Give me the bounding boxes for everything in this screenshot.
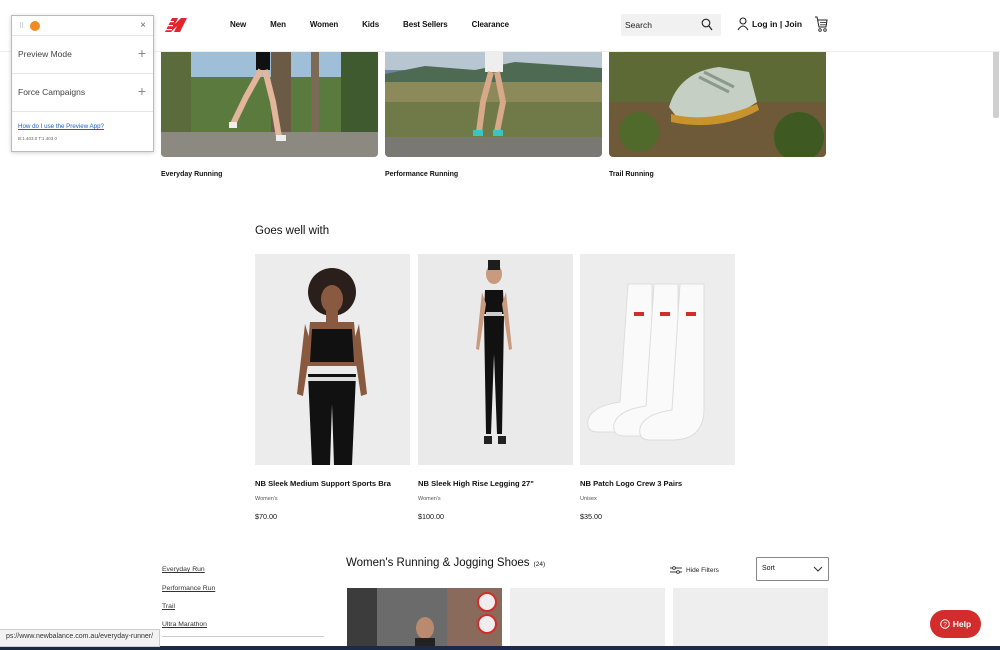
help-question-icon: ?: [939, 619, 950, 629]
listing-title: Women's Running & Jogging Shoes (24): [346, 557, 545, 569]
sidebar-divider: [162, 636, 324, 637]
sort-label: Sort: [762, 565, 775, 572]
filter-link-ultra-marathon[interactable]: Ultra Marathon: [162, 621, 207, 628]
main-nav: New Men Women Kids Best Sellers Clearanc…: [230, 20, 533, 29]
filter-link-everyday-run[interactable]: Everyday Run: [162, 566, 205, 573]
preview-app-logo-icon: [30, 21, 40, 31]
legging-model-image: [418, 254, 573, 465]
nav-best-sellers[interactable]: Best Sellers: [403, 20, 448, 29]
product-image-socks[interactable]: [580, 254, 735, 465]
close-icon[interactable]: ×: [140, 20, 146, 31]
chevron-down-icon: [813, 566, 823, 572]
force-campaigns-label: Force Campaigns: [18, 87, 86, 97]
plus-icon[interactable]: +: [138, 45, 146, 61]
new-balance-logo-icon[interactable]: [163, 15, 189, 35]
listing-title-text: Women's Running & Jogging Shoes: [346, 557, 530, 569]
hide-filters-label: Hide Filters: [686, 566, 719, 574]
search-input[interactable]: [621, 14, 701, 36]
preview-mode-row[interactable]: Preview Mode +: [12, 36, 153, 74]
product-price: $70.00: [255, 512, 277, 521]
nav-clearance[interactable]: Clearance: [472, 20, 509, 29]
product-name[interactable]: NB Sleek Medium Support Sports Bra: [255, 479, 391, 488]
nav-women[interactable]: Women: [310, 20, 338, 29]
socks-image: [580, 254, 735, 465]
help-label: Help: [952, 619, 972, 629]
product-category: Women's: [418, 496, 441, 502]
listing-product-tile[interactable]: [510, 588, 665, 650]
cart-icon[interactable]: [814, 15, 828, 33]
nav-men[interactable]: Men: [270, 20, 286, 29]
preview-version-text: B:1.403.0 T:1.403.0: [18, 136, 57, 141]
goes-well-with-title: Goes well with: [255, 225, 330, 237]
preview-panel-toolbar: ⠿ ×: [12, 16, 153, 36]
hero-caption-trail[interactable]: Trail Running: [609, 171, 654, 178]
product-name[interactable]: NB Sleek High Rise Legging 27": [418, 479, 534, 488]
product-category: Women's: [255, 496, 278, 502]
hero-caption-performance[interactable]: Performance Running: [385, 171, 458, 178]
search-box: [621, 14, 721, 36]
listing-count: (24): [533, 561, 546, 568]
sports-bra-model-image: [255, 254, 410, 465]
nav-kids[interactable]: Kids: [362, 20, 379, 29]
product-image-legging[interactable]: [418, 254, 573, 465]
runner-coast-image: [385, 52, 602, 157]
svg-text:?: ?: [943, 621, 947, 628]
filter-link-trail[interactable]: Trail: [162, 603, 175, 610]
hero-caption-everyday[interactable]: Everyday Running: [161, 171, 222, 178]
force-campaigns-row[interactable]: Force Campaigns +: [12, 74, 153, 112]
runner-park-image: [161, 52, 378, 157]
login-join-label: Log in | Join: [752, 19, 803, 29]
drag-handle-icon[interactable]: ⠿: [19, 22, 24, 30]
nav-new[interactable]: New: [230, 20, 246, 29]
hide-filters-button[interactable]: Hide Filters: [670, 566, 719, 574]
user-icon: [737, 17, 749, 31]
account-link[interactable]: Log in | Join: [737, 17, 802, 31]
preview-app-panel: ⠿ × Preview Mode + Force Campaigns + How…: [11, 15, 154, 152]
trail-shoe-image: [609, 52, 826, 157]
product-price: $100.00: [418, 512, 444, 521]
listing-product-tile[interactable]: [347, 588, 502, 650]
plus-icon[interactable]: +: [138, 83, 146, 99]
search-icon[interactable]: [701, 18, 713, 32]
status-bar-url: ps://www.newbalance.com.au/everyday-runn…: [0, 629, 161, 647]
filter-link-performance-run[interactable]: Performance Run: [162, 585, 215, 592]
preview-help-link[interactable]: How do I use the Preview App?: [18, 123, 104, 130]
hero-image-trail-running[interactable]: [609, 52, 826, 157]
hero-image-performance-running[interactable]: [385, 52, 602, 157]
product-category: Unisex: [580, 496, 597, 502]
listing-product-tile[interactable]: [673, 588, 828, 650]
help-button[interactable]: ? Help: [930, 610, 981, 638]
preview-mode-label: Preview Mode: [18, 49, 72, 59]
filter-sliders-icon: [670, 566, 682, 574]
hero-image-everyday-running[interactable]: [161, 52, 378, 157]
product-price: $35.00: [580, 512, 602, 521]
street-runner-image: [347, 588, 502, 650]
product-image-sports-bra[interactable]: [255, 254, 410, 465]
sort-dropdown[interactable]: Sort: [756, 557, 829, 581]
product-name[interactable]: NB Patch Logo Crew 3 Pairs: [580, 479, 682, 488]
